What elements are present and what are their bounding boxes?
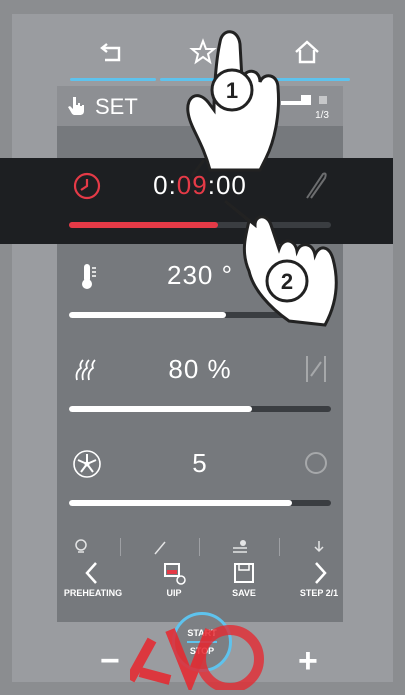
download-icon[interactable] (310, 538, 328, 556)
back-arrow-icon (100, 43, 121, 62)
timer-slider-fill (69, 222, 219, 228)
callout-1-number: 1 (226, 78, 238, 103)
minus-button[interactable]: − (100, 642, 120, 681)
timer-hours: 0: (153, 170, 177, 200)
save-label: SAVE (232, 588, 256, 598)
humidity-slider-fill (69, 406, 253, 412)
fan-slider[interactable] (69, 500, 331, 506)
fan-mode-icon (305, 452, 327, 474)
lightbulb-icon[interactable] (72, 538, 90, 556)
home-icon (295, 40, 319, 64)
page-indicator: 1/3 (315, 110, 329, 121)
humidity-slider[interactable] (69, 406, 331, 412)
set-label: SET (95, 94, 138, 119)
chevron-right-icon (315, 562, 327, 584)
save-disk-icon (234, 563, 254, 583)
callout-2-number: 2 (281, 269, 293, 294)
vent-icon (306, 356, 326, 382)
function-icons-row (57, 532, 343, 562)
preheating-button[interactable]: PREHEATING (55, 560, 131, 606)
temperature-slider-fill (69, 312, 227, 318)
preheating-label: PREHEATING (63, 588, 123, 598)
divider (278, 538, 280, 556)
callout-2-pointer: 2 (224, 199, 338, 327)
fan-slider-fill (69, 500, 292, 506)
divider (199, 538, 201, 556)
uip-label: UIP (166, 588, 182, 598)
step-label: STEP 2/1 (299, 588, 339, 598)
probe-small-icon[interactable] (151, 538, 169, 556)
uip-icon (164, 563, 186, 585)
autoclean-icon[interactable] (231, 538, 249, 556)
hand-set-icon (68, 97, 84, 115)
chevron-left-icon (85, 562, 97, 584)
fan-row[interactable]: 5 (57, 436, 343, 526)
watermark (130, 625, 264, 690)
back-button[interactable] (68, 36, 158, 92)
humidity-row[interactable]: 80 % (57, 342, 343, 432)
back-underline (70, 78, 156, 81)
callout-1-pointer: 1 (186, 30, 280, 177)
divider (120, 538, 122, 556)
